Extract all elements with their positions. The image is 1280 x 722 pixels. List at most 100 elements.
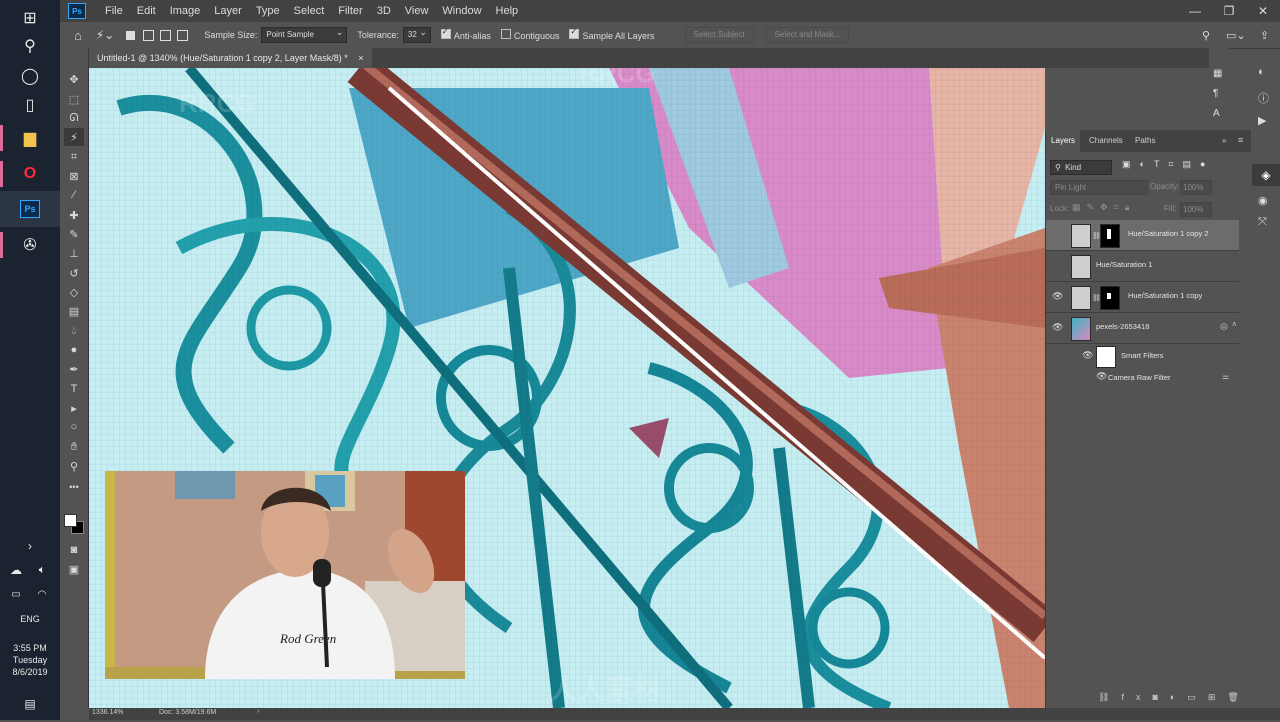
layer-filter-icons[interactable]: ▣◐T⌗▤● bbox=[1122, 159, 1214, 170]
crop-tool-icon[interactable]: ⌗ bbox=[64, 148, 84, 166]
close-icon[interactable]: ✕ bbox=[1246, 0, 1280, 22]
maximize-icon[interactable]: ❐ bbox=[1212, 0, 1246, 22]
select-subject-button[interactable]: Select Subject bbox=[684, 27, 754, 43]
contiguous-checkbox[interactable]: Contiguous bbox=[500, 29, 559, 41]
move-tool-icon[interactable]: ✥ bbox=[64, 70, 84, 88]
layer-row[interactable]: ⛓︎ Hue/Saturation 1 copy 2 bbox=[1046, 220, 1239, 251]
new-layer-icon[interactable]: ⊞ bbox=[1208, 692, 1228, 702]
gradient-tool-icon[interactable]: ▤ bbox=[64, 302, 84, 320]
language-indicator[interactable]: ENG bbox=[0, 614, 60, 624]
zoom-level[interactable]: 1336.14% bbox=[92, 709, 124, 716]
blend-mode-select[interactable]: Pin Light bbox=[1050, 180, 1148, 195]
paragraph-panel-icon[interactable]: ¶ bbox=[1213, 88, 1218, 99]
filter-kind-select[interactable]: ⚲ Kind bbox=[1050, 160, 1112, 175]
eyedropper-tool-icon[interactable]: ⁄ bbox=[64, 186, 84, 204]
hand-tool-icon[interactable]: ✋︎ bbox=[64, 438, 84, 456]
dodge-tool-icon[interactable]: ● bbox=[64, 341, 84, 359]
visibility-eye-icon[interactable]: 👁︎ bbox=[1096, 371, 1107, 382]
fill-input[interactable]: 100% bbox=[1180, 202, 1212, 217]
add-mask-icon[interactable]: ◙ bbox=[1152, 692, 1169, 702]
chevron-up-icon[interactable]: ˄ bbox=[1232, 320, 1237, 329]
visibility-off-icon[interactable] bbox=[1052, 229, 1062, 239]
lock-icons[interactable]: ▦✎✥⌗🔒︎ bbox=[1072, 202, 1135, 213]
status-menu-chevron-icon[interactable]: › bbox=[257, 708, 259, 715]
magic-wand-preset-icon[interactable]: ⚡︎⌄ bbox=[96, 28, 114, 42]
paths-panel-icon[interactable]: ⤧ bbox=[1258, 216, 1267, 229]
lasso-tool-icon[interactable]: ᘏ bbox=[64, 109, 84, 127]
link-layers-icon[interactable]: ⛓︎ bbox=[1098, 692, 1121, 702]
collapse-panel-icon[interactable]: » bbox=[1222, 136, 1226, 145]
layers-panel-icon[interactable]: ◈ bbox=[1252, 164, 1280, 186]
close-tab-icon[interactable]: × bbox=[358, 53, 363, 63]
tab-paths[interactable]: Paths bbox=[1130, 130, 1160, 152]
menu-3d[interactable]: 3D bbox=[370, 5, 398, 17]
battery-icon[interactable]: ▭ bbox=[6, 576, 26, 612]
layer-name[interactable]: Hue/Saturation 1 copy 2 bbox=[1128, 229, 1208, 238]
zoom-tool-icon[interactable]: ⚲ bbox=[64, 457, 84, 475]
action-center-icon[interactable]: ▤ bbox=[0, 686, 60, 722]
visibility-eye-icon[interactable]: 👁︎ bbox=[1052, 291, 1063, 301]
marquee-tool-icon[interactable]: ⬚ bbox=[64, 90, 84, 108]
layer-row[interactable]: 👁︎ pexels-2653418 ◎ ˄ bbox=[1046, 313, 1239, 344]
tolerance-input[interactable]: 32 bbox=[402, 25, 431, 43]
visibility-eye-icon[interactable]: 👁︎ bbox=[1082, 350, 1093, 361]
tab-channels[interactable]: Channels bbox=[1084, 130, 1128, 152]
aperture-app-icon[interactable]: ✇ bbox=[0, 227, 60, 263]
layer-row[interactable]: Hue/Saturation 1 bbox=[1046, 251, 1239, 282]
group-icon[interactable]: ▭ bbox=[1187, 692, 1208, 702]
foreground-color-swatch[interactable] bbox=[64, 514, 77, 527]
new-selection-icon[interactable] bbox=[126, 30, 136, 40]
wifi-icon[interactable]: ◠ bbox=[32, 576, 52, 612]
character-panel-icon[interactable]: A bbox=[1213, 108, 1220, 119]
layer-mask-thumbnail[interactable] bbox=[1100, 224, 1120, 248]
sample-all-layers-checkbox[interactable]: Sample All Layers bbox=[569, 27, 655, 41]
layer-name[interactable]: pexels-2653418 bbox=[1096, 322, 1149, 331]
document-tab[interactable]: Untitled-1 @ 1340% (Hue/Saturation 1 cop… bbox=[89, 48, 372, 68]
menu-filter[interactable]: Filter bbox=[331, 5, 369, 17]
layer-mask-thumbnail[interactable] bbox=[1100, 286, 1120, 310]
anti-alias-checkbox[interactable]: Anti-alias bbox=[440, 27, 491, 41]
menu-file[interactable]: File bbox=[98, 5, 130, 17]
channels-panel-icon[interactable]: ◉ bbox=[1258, 194, 1268, 207]
select-and-mask-button[interactable]: Select and Mask... bbox=[765, 27, 850, 43]
layer-name[interactable]: Hue/Saturation 1 copy bbox=[1128, 291, 1202, 300]
menu-select[interactable]: Select bbox=[287, 5, 332, 17]
history-brush-icon[interactable]: ↺ bbox=[64, 264, 84, 282]
menu-window[interactable]: Window bbox=[435, 5, 488, 17]
panel-menu-icon[interactable]: ≡ bbox=[1238, 135, 1243, 145]
menu-edit[interactable]: Edit bbox=[130, 5, 163, 17]
opacity-input[interactable]: 100% bbox=[1180, 180, 1212, 195]
smart-filters-row[interactable]: 👁︎ Smart Filters bbox=[1046, 344, 1239, 368]
more-tools-icon[interactable]: ••• bbox=[64, 478, 84, 496]
menu-layer[interactable]: Layer bbox=[207, 5, 249, 17]
camera-raw-filter-row[interactable]: 👁︎ Camera Raw Filter ⚌ bbox=[1046, 370, 1239, 384]
menu-help[interactable]: Help bbox=[489, 5, 526, 17]
trash-icon[interactable]: 🗑︎ bbox=[1227, 692, 1250, 702]
layer-row[interactable]: 👁︎ ⛓︎ Hue/Saturation 1 copy bbox=[1046, 282, 1239, 313]
healing-brush-icon[interactable]: ✚ bbox=[64, 206, 84, 224]
smart-filter-mask-thumbnail[interactable] bbox=[1096, 346, 1116, 368]
filter-options-icon[interactable]: ⚌ bbox=[1222, 372, 1229, 381]
brush-tool-icon[interactable]: ✎ bbox=[64, 225, 84, 243]
layer-name[interactable]: Hue/Saturation 1 bbox=[1096, 260, 1152, 269]
frame-tool-icon[interactable]: ⊠ bbox=[64, 167, 84, 185]
swatches-panel-icon[interactable]: ▦ bbox=[1213, 68, 1222, 79]
sample-size-select[interactable]: Point Sample bbox=[261, 25, 348, 43]
info-panel-icon[interactable]: ⓘ bbox=[1258, 90, 1269, 106]
search-icon[interactable]: ⚲ bbox=[1202, 29, 1210, 42]
tab-layers[interactable]: Layers bbox=[1046, 130, 1081, 152]
adjustment-layer-icon[interactable]: ◐ bbox=[1170, 692, 1187, 702]
fx-icon[interactable]: fx bbox=[1121, 692, 1152, 702]
blur-tool-icon[interactable]: 💧︎ bbox=[64, 322, 84, 340]
file-explorer-icon[interactable]: ▆ bbox=[0, 120, 60, 156]
actions-panel-icon[interactable]: ▶ bbox=[1258, 114, 1266, 127]
quick-mask-icon[interactable]: ◙ bbox=[64, 541, 84, 559]
system-clock[interactable]: 3:55 PM Tuesday 8/6/2019 bbox=[0, 642, 60, 678]
intersect-selection-icon[interactable] bbox=[177, 29, 189, 41]
document-size[interactable]: Doc: 3.58M/19.6M bbox=[159, 709, 216, 716]
task-view-icon[interactable]: ▯ bbox=[0, 87, 60, 123]
path-selection-icon[interactable]: ▸ bbox=[64, 399, 84, 417]
home-icon[interactable]: ⌂ bbox=[74, 28, 82, 43]
visibility-eye-icon[interactable]: 👁︎ bbox=[1052, 322, 1063, 332]
visibility-off-icon[interactable] bbox=[1052, 260, 1062, 270]
